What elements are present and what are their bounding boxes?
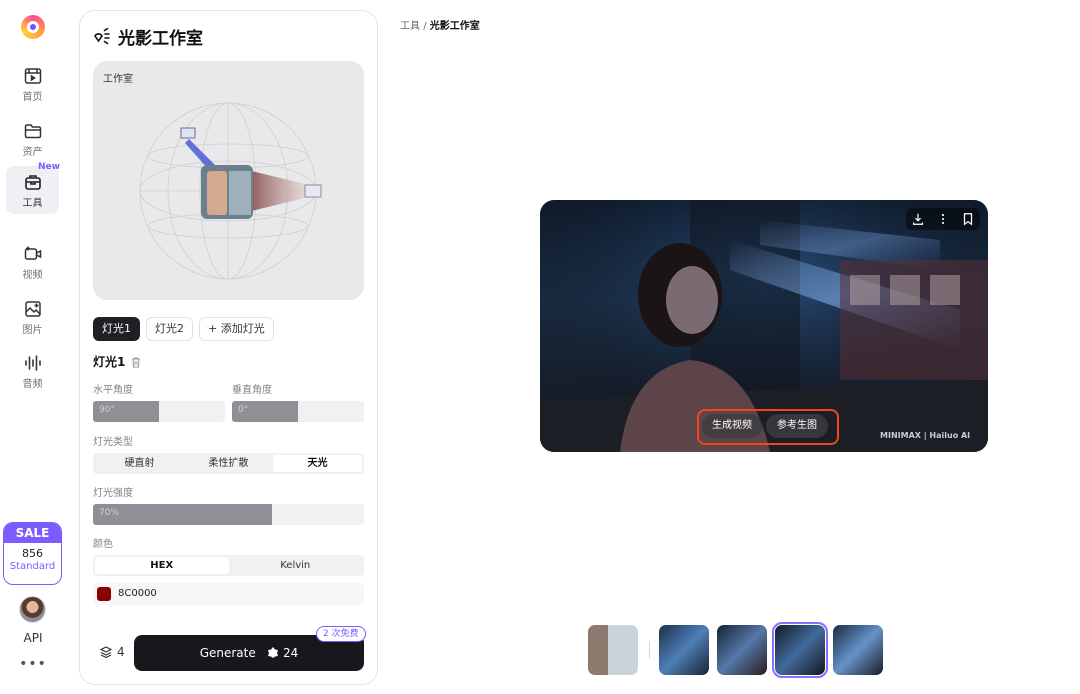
light-type-label: 灯光类型 bbox=[93, 437, 133, 448]
nav-label: 工具 bbox=[22, 198, 43, 209]
folder-icon bbox=[24, 124, 41, 139]
thumbnail-result-selected[interactable] bbox=[772, 622, 828, 678]
h-angle-value: 90° bbox=[99, 405, 115, 415]
intensity-label: 灯光强度 bbox=[93, 488, 133, 499]
generate-video-button[interactable]: 生成视频 bbox=[702, 414, 762, 438]
tab-light-1[interactable]: 灯光1 bbox=[93, 317, 140, 341]
active-light-name: 灯光1 bbox=[93, 355, 126, 369]
toolbox-icon bbox=[24, 175, 41, 190]
layers-icon bbox=[99, 646, 113, 659]
reference-image-button[interactable]: 参考生图 bbox=[766, 414, 828, 438]
color-label: 颜色 bbox=[93, 539, 113, 550]
nav-label: 音频 bbox=[22, 379, 43, 390]
more-icon[interactable]: ••• bbox=[0, 656, 66, 672]
nav-label: 资产 bbox=[22, 147, 43, 158]
brand-watermark: MINIMAX | Hailuo AI bbox=[880, 431, 971, 440]
color-mode-hex[interactable]: HEX bbox=[95, 557, 229, 574]
intensity-slider[interactable]: 70% bbox=[93, 504, 364, 525]
breadcrumb-current: 光影工作室 bbox=[429, 21, 480, 32]
thumbnail-result[interactable] bbox=[659, 625, 709, 675]
download-icon[interactable] bbox=[911, 212, 925, 226]
thumbnail-result[interactable] bbox=[833, 625, 883, 675]
light-type-segment: 硬直射 柔性扩散 天光 bbox=[93, 453, 364, 474]
nav-item-tools[interactable]: 工具 bbox=[6, 166, 59, 214]
nav-label: 视频 bbox=[22, 270, 43, 281]
nav-item-image[interactable]: 图片 bbox=[6, 293, 59, 341]
tab-light-2[interactable]: 灯光2 bbox=[146, 317, 193, 341]
light-type-soft[interactable]: 柔性扩散 bbox=[184, 455, 273, 472]
light-type-hard[interactable]: 硬直射 bbox=[95, 455, 184, 472]
active-light-heading: 灯光1 bbox=[93, 353, 142, 370]
breadcrumb: 工具 / 光影工作室 bbox=[400, 17, 480, 32]
app-logo-icon[interactable] bbox=[21, 15, 45, 39]
sale-title: SALE bbox=[4, 523, 61, 543]
color-field[interactable]: 8C0000 bbox=[93, 583, 364, 605]
color-mode-segment: HEX Kelvin bbox=[93, 555, 364, 576]
generate-cost: 24 bbox=[283, 646, 299, 660]
sale-count: 856 bbox=[22, 547, 43, 560]
trash-icon[interactable] bbox=[130, 356, 142, 368]
api-link[interactable]: API bbox=[0, 631, 66, 645]
audio-wave-icon bbox=[24, 355, 41, 371]
generate-label: Generate bbox=[199, 646, 256, 660]
sale-plan: Standard bbox=[9, 561, 56, 572]
image-add-icon bbox=[24, 301, 41, 317]
h-angle-slider[interactable]: 90° bbox=[93, 401, 225, 422]
left-nav-rail: 首页 资产 工具 New 视频 图片 音频 SALE 856 Standard … bbox=[0, 0, 66, 694]
color-mode-kelvin[interactable]: Kelvin bbox=[229, 557, 363, 574]
layers-count[interactable]: 4 bbox=[99, 645, 125, 659]
v-angle-label: 垂直角度 bbox=[232, 385, 272, 396]
light-sphere-gizmo[interactable] bbox=[93, 61, 364, 300]
nav-item-home[interactable]: 首页 bbox=[6, 60, 59, 108]
preview-toolbar bbox=[906, 208, 980, 230]
h-angle-label: 水平角度 bbox=[93, 385, 133, 396]
new-badge: New bbox=[38, 162, 60, 172]
layers-count-text: 4 bbox=[117, 645, 125, 659]
v-angle-slider[interactable]: 0° bbox=[232, 401, 364, 422]
film-icon bbox=[24, 68, 41, 84]
nav-item-video[interactable]: 视频 bbox=[6, 238, 59, 286]
avatar[interactable] bbox=[19, 596, 46, 623]
thumbnail-original[interactable] bbox=[588, 625, 638, 675]
breadcrumb-parent[interactable]: 工具 bbox=[400, 21, 420, 32]
light-studio-panel: 光影工作室 工作室 灯光1 灯光2 + 添加灯光 灯光1 水平角度 垂直角度 9… bbox=[79, 10, 378, 685]
panel-title-text: 光影工作室 bbox=[118, 29, 203, 49]
nav-label: 首页 bbox=[22, 92, 43, 103]
nav-item-assets[interactable]: 资产 bbox=[6, 115, 59, 163]
color-swatch[interactable] bbox=[97, 587, 111, 601]
video-add-icon bbox=[24, 246, 41, 260]
thumbnail-result[interactable] bbox=[717, 625, 767, 675]
light-type-sky[interactable]: 天光 bbox=[273, 455, 362, 472]
panel-title: 光影工作室 bbox=[92, 24, 203, 49]
more-vertical-icon[interactable] bbox=[936, 212, 950, 226]
intensity-value: 70% bbox=[99, 508, 120, 518]
studio-3d-view[interactable]: 工作室 bbox=[93, 61, 364, 300]
nav-item-audio[interactable]: 音频 bbox=[6, 347, 59, 395]
light-beam-icon bbox=[94, 27, 110, 44]
free-uses-badge: 2 次免费 bbox=[316, 626, 366, 642]
nav-label: 图片 bbox=[22, 325, 43, 336]
slider-fill bbox=[93, 504, 272, 525]
color-hex-value: 8C0000 bbox=[118, 588, 157, 599]
credit-icon bbox=[268, 647, 279, 658]
breadcrumb-separator: / bbox=[423, 21, 427, 32]
light-tabs: 灯光1 灯光2 + 添加灯光 bbox=[93, 317, 274, 341]
add-light-button[interactable]: + 添加灯光 bbox=[199, 317, 274, 341]
thumbnail-divider bbox=[649, 641, 650, 659]
bookmark-icon[interactable] bbox=[961, 212, 975, 226]
v-angle-value: 0° bbox=[238, 405, 249, 415]
sale-card[interactable]: SALE 856 Standard bbox=[3, 522, 62, 585]
